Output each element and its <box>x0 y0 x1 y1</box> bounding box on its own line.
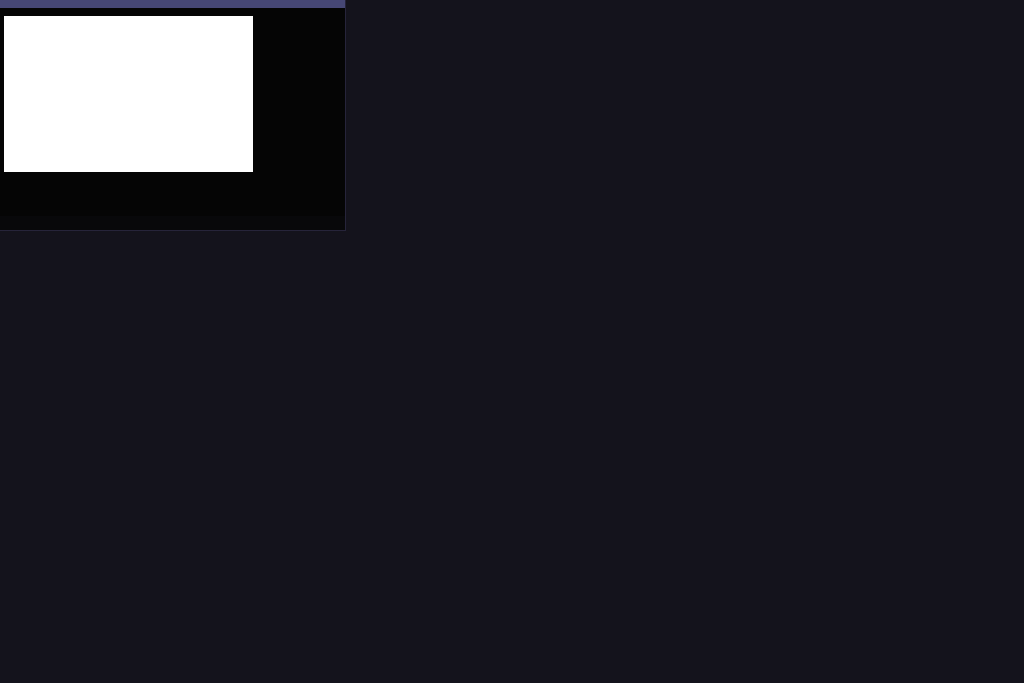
meeting-screenshot-1 <box>0 0 345 230</box>
slide <box>4 16 253 172</box>
stage <box>0 8 345 216</box>
window-titlebar <box>0 0 345 8</box>
screenshot-grid <box>0 0 1024 683</box>
